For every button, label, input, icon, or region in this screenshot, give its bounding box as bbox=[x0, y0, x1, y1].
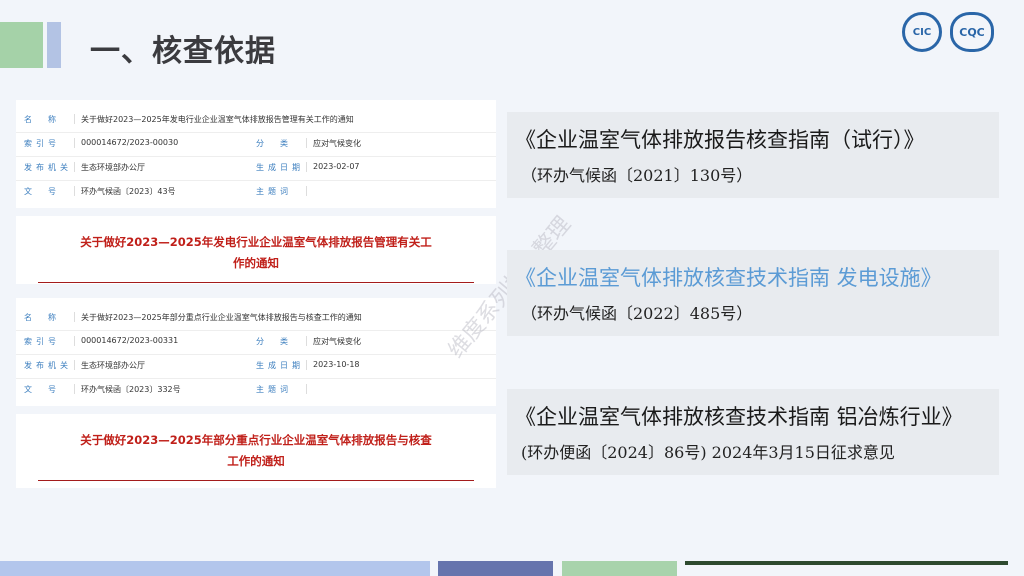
label-keywords: 主题词 bbox=[256, 187, 292, 196]
doc-index: 000014672/2023-00030 bbox=[81, 138, 179, 147]
footer-bar-light-blue bbox=[0, 561, 430, 576]
doc-date: 2023-02-07 bbox=[313, 162, 360, 171]
doc-heading-line2[interactable]: 作的通知 bbox=[56, 253, 456, 274]
guide-document-number: （环办气候函〔2022〕485号） bbox=[521, 304, 753, 323]
doc-heading-line1[interactable]: 关于做好2023—2025年发电行业企业温室气体排放报告管理有关工 bbox=[56, 232, 456, 253]
doc-name: 关于做好2023—2025年部分重点行业企业温室气体排放报告与核查工作的通知 bbox=[81, 313, 362, 322]
footer-line bbox=[685, 561, 1008, 565]
decor-blue-bar bbox=[47, 22, 61, 68]
doc-heading-line2[interactable]: 工作的通知 bbox=[56, 451, 456, 472]
guide-box: 《企业温室气体排放核查技术指南 铝冶炼行业》 (环办便函〔2024〕86号) 2… bbox=[507, 389, 999, 475]
doc-info-card: 名 称 关于做好2023—2025年发电行业企业温室气体排放报告管理有关工作的通知… bbox=[16, 100, 496, 208]
decor-green-square bbox=[0, 22, 43, 68]
doc-number: 环办气候函〔2023〕43号 bbox=[81, 187, 176, 196]
label-docno: 文 号 bbox=[24, 385, 60, 394]
label-name: 名 称 bbox=[24, 313, 60, 322]
doc-issuer: 生态环境部办公厅 bbox=[81, 361, 145, 370]
cqc-logo-text: CQC bbox=[959, 25, 985, 39]
doc-category: 应对气候变化 bbox=[313, 337, 361, 346]
guide-title: 《企业温室气体排放报告核查指南（试行）》 bbox=[515, 128, 925, 152]
doc-category: 应对气候变化 bbox=[313, 139, 361, 148]
label-issuer: 发布机关 bbox=[24, 163, 72, 172]
doc-heading-line1[interactable]: 关于做好2023—2025年部分重点行业企业温室气体排放报告与核查 bbox=[56, 430, 456, 451]
doc-number: 环办气候函〔2023〕332号 bbox=[81, 385, 181, 394]
guide-box: 《企业温室气体排放核查技术指南 发电设施》 （环办气候函〔2022〕485号） bbox=[507, 250, 999, 336]
doc-heading-card: 关于做好2023—2025年部分重点行业企业温室气体排放报告与核查 工作的通知 bbox=[16, 414, 496, 488]
label-category: 分 类 bbox=[256, 139, 292, 148]
doc-info-card: 名 称 关于做好2023—2025年部分重点行业企业温室气体排放报告与核查工作的通… bbox=[16, 298, 496, 406]
footer-bar-dark-blue bbox=[438, 561, 553, 576]
label-index: 索引号 bbox=[24, 139, 60, 148]
doc-index: 000014672/2023-00331 bbox=[81, 336, 179, 345]
doc-issuer: 生态环境部办公厅 bbox=[81, 163, 145, 172]
guide-title: 《企业温室气体排放核查技术指南 铝冶炼行业》 bbox=[515, 405, 963, 429]
guide-document-number: （环办气候函〔2021〕130号） bbox=[521, 166, 753, 185]
label-date: 生成日期 bbox=[256, 361, 304, 370]
guide-box: 《企业温室气体排放报告核查指南（试行）》 （环办气候函〔2021〕130号） bbox=[507, 112, 999, 198]
cic-logo: CIC bbox=[902, 12, 942, 52]
label-category: 分 类 bbox=[256, 337, 292, 346]
footer-bar-green bbox=[562, 561, 677, 576]
label-date: 生成日期 bbox=[256, 163, 304, 172]
doc-heading-card: 关于做好2023—2025年发电行业企业温室气体排放报告管理有关工 作的通知 bbox=[16, 216, 496, 284]
label-issuer: 发布机关 bbox=[24, 361, 72, 370]
label-keywords: 主题词 bbox=[256, 385, 292, 394]
doc-name: 关于做好2023—2025年发电行业企业温室气体排放报告管理有关工作的通知 bbox=[81, 115, 354, 124]
label-name: 名 称 bbox=[24, 115, 60, 124]
cic-logo-text: CIC bbox=[912, 26, 932, 38]
guide-title: 《企业温室气体排放核查技术指南 发电设施》 bbox=[515, 266, 942, 290]
label-index: 索引号 bbox=[24, 337, 60, 346]
page-title: 一、核查依据 bbox=[90, 34, 276, 69]
cqc-logo: CQC bbox=[950, 12, 994, 52]
guide-document-number: (环办便函〔2024〕86号) 2024年3月15日征求意见 bbox=[521, 443, 895, 462]
label-docno: 文 号 bbox=[24, 187, 60, 196]
doc-date: 2023-10-18 bbox=[313, 360, 360, 369]
